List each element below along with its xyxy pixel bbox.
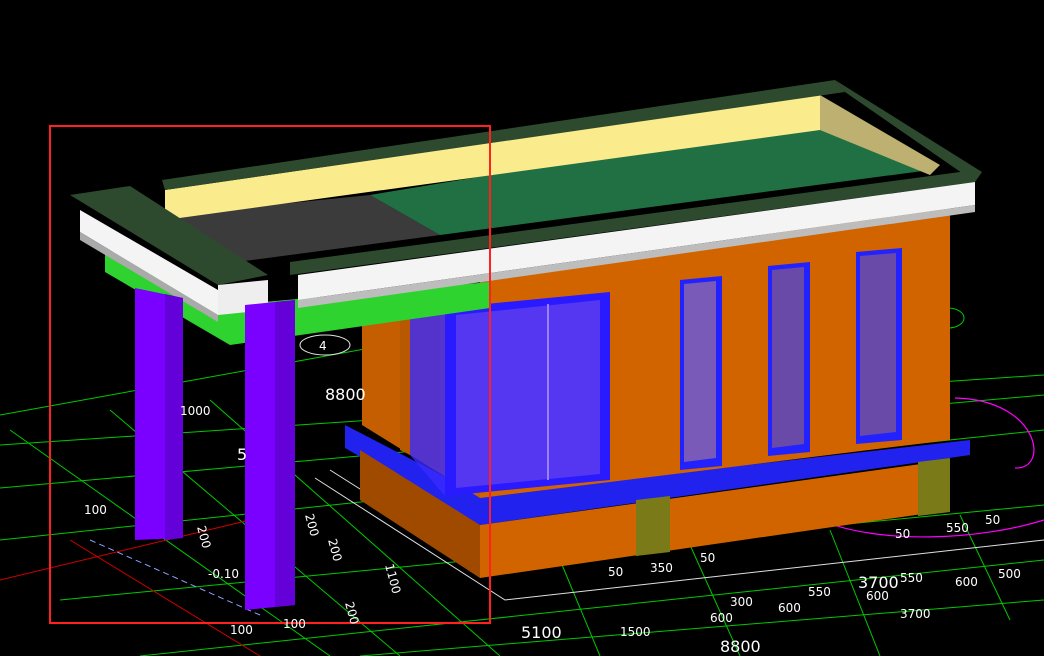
dim-550-c: 550: [946, 521, 969, 535]
dim-100-c: 100: [283, 617, 306, 631]
dim-600-b: 600: [778, 601, 801, 615]
dim-100-b: 100: [230, 623, 253, 637]
axis-bubble-4: 4: [319, 339, 327, 353]
dim-500-a: 500: [998, 567, 1021, 581]
dim-300: 300: [730, 595, 753, 609]
dim-600-a: 600: [710, 611, 733, 625]
dim-5100: 5100: [521, 623, 562, 642]
dim-3700-b: 3700: [900, 607, 931, 621]
axis-grid-red: [0, 519, 261, 656]
dim-1500: 1500: [620, 625, 651, 639]
dim-600-c: 600: [866, 589, 889, 603]
dim-350: 350: [650, 561, 673, 575]
dim-200-d: 200: [302, 512, 321, 538]
dim-50-a: 50: [608, 565, 623, 579]
window-3: [856, 248, 902, 444]
footing-2: [918, 458, 950, 516]
dim-600-d: 600: [955, 575, 978, 589]
dim-50-b: 50: [700, 551, 715, 565]
dim-50-d: 50: [985, 513, 1000, 527]
model-canvas[interactable]: 8800 5100 8800 3700 3700 1500 600 600 60…: [0, 0, 1044, 656]
dim-550-b: 550: [900, 571, 923, 585]
window-1: [680, 276, 722, 470]
dim-200-b: 200: [325, 537, 344, 563]
dim-1000: 1000: [180, 404, 211, 418]
footing-1: [636, 496, 670, 556]
glass-door-pane: [456, 300, 600, 488]
dim-50-c: 50: [895, 527, 910, 541]
window-2: [768, 262, 810, 456]
cad-3d-viewport[interactable]: 8800 5100 8800 3700 3700 1500 600 600 60…: [0, 0, 1044, 656]
dim-8800-top: 8800: [325, 385, 366, 404]
dim-5-left: 5: [237, 445, 247, 464]
dim-8800-bottom: 8800: [720, 637, 761, 656]
dim-200-a: 200: [194, 524, 213, 550]
dim-minus-0-10: -0.10: [208, 567, 239, 581]
dim-100-a: 100: [84, 503, 107, 517]
dim-550-a: 550: [808, 585, 831, 599]
